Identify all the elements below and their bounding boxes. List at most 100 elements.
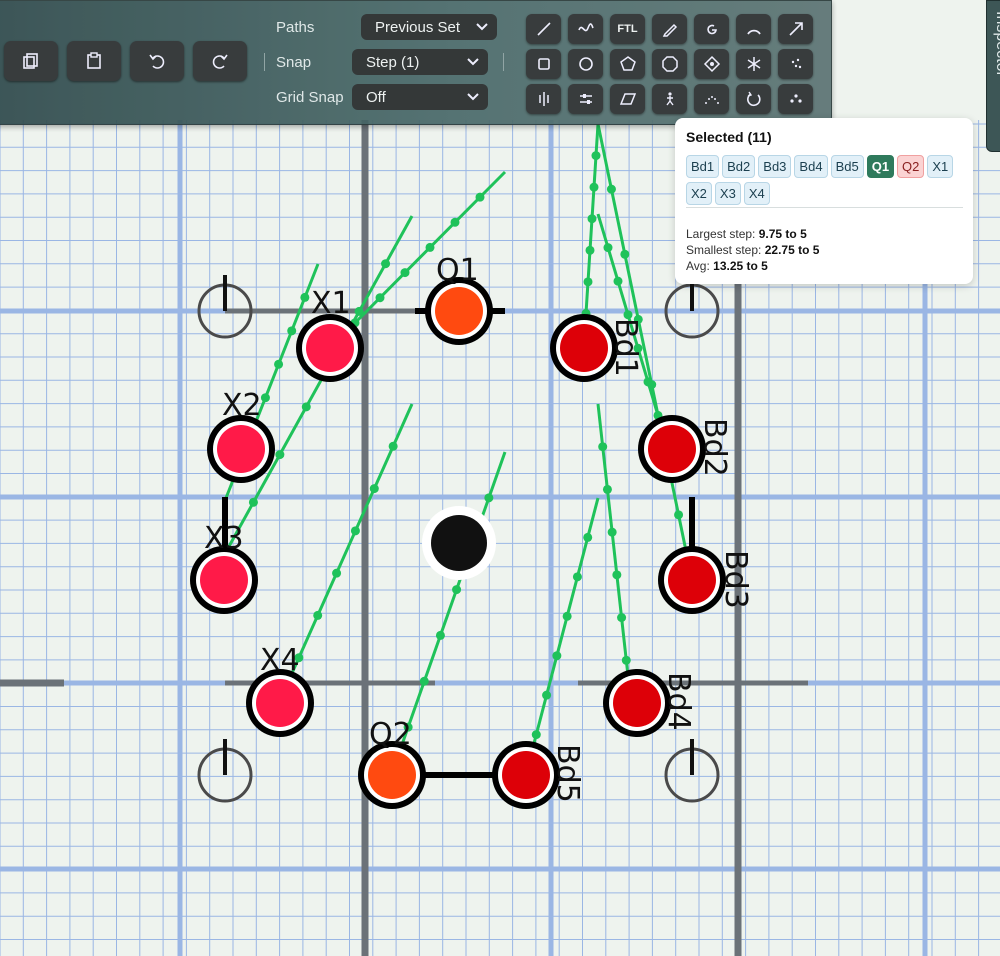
paths-label: Paths: [276, 19, 315, 36]
diamond-tool-button[interactable]: [694, 49, 729, 79]
player-label: Bd1: [608, 318, 643, 377]
chip-x2[interactable]: X2: [686, 182, 712, 205]
undo-icon: [149, 54, 165, 69]
snap-select-value: Step (1): [366, 53, 420, 71]
player-label: X2: [222, 388, 262, 423]
pentagon-icon: [619, 56, 636, 71]
player-label: Bd3: [718, 550, 753, 609]
player-label: X4: [260, 643, 300, 678]
person-tool-button[interactable]: [652, 84, 687, 114]
asterisk-tool-button[interactable]: [736, 49, 771, 79]
arrow-tool-button[interactable]: [778, 14, 813, 44]
player-label: Bd4: [661, 672, 696, 731]
divider: [264, 53, 265, 71]
player-label: X1: [311, 286, 351, 321]
smallest-step: Smallest step: 22.75 to 5: [686, 243, 819, 257]
player-label: Bd5: [550, 744, 585, 803]
arc-icon: [746, 29, 761, 35]
chip-bd1[interactable]: Bd1: [686, 155, 720, 178]
dotted-arc-icon: [704, 96, 719, 104]
parallelogram-tool-button[interactable]: [610, 84, 645, 114]
mirror-tool-button[interactable]: [526, 84, 561, 114]
largest-step-label: Largest step:: [686, 227, 756, 241]
center-marker-dot: [431, 515, 487, 571]
square-icon: [537, 58, 550, 70]
chevron-down-icon: [476, 23, 488, 31]
selection-chips: Bd1 Bd2 Bd3 Bd4 Bd5 Q1 Q2 X1 X2 X3 X4: [686, 155, 966, 205]
chip-bd4[interactable]: Bd4: [794, 155, 828, 178]
chip-x3[interactable]: X3: [714, 182, 741, 205]
align-tool-button[interactable]: [568, 84, 603, 114]
panel-divider: [686, 207, 963, 208]
rotate-icon: [746, 91, 761, 107]
rotate-tool-button[interactable]: [736, 84, 771, 114]
player-bd2[interactable]: Bd2: [638, 415, 732, 483]
scatter-icon: [791, 58, 801, 69]
pentagon-tool-button[interactable]: [610, 49, 645, 79]
chip-bd3[interactable]: Bd3: [758, 155, 792, 178]
chevron-down-icon: [467, 58, 479, 66]
chip-x4[interactable]: X4: [743, 182, 770, 205]
grid-snap-label: Grid Snap: [276, 89, 344, 106]
asterisk-icon: [747, 57, 760, 71]
inspector-tab[interactable]: Inspector: [986, 0, 1000, 152]
player-label: Bd2: [697, 418, 732, 477]
octagon-tool-button[interactable]: [652, 49, 687, 79]
largest-step-value: 9.75 to 5: [758, 227, 807, 241]
chip-x1[interactable]: X1: [927, 155, 954, 178]
chip-q2[interactable]: Q2: [897, 155, 925, 178]
paste-icon: [87, 52, 101, 69]
arrow-icon: [788, 22, 803, 36]
person-icon: [665, 92, 674, 106]
motion-path: [524, 497, 600, 775]
pencil-tool-button[interactable]: [652, 14, 687, 44]
curve-icon: [577, 23, 594, 32]
redo-icon: [212, 54, 228, 69]
scatter-tool-button[interactable]: [778, 49, 813, 79]
player-label: Q1: [436, 253, 479, 288]
square-tool-button[interactable]: [526, 49, 561, 79]
cluster-tool-button[interactable]: [778, 84, 813, 114]
copy-button[interactable]: [4, 41, 58, 81]
parallelogram-icon: [619, 93, 636, 105]
arc-tool-button[interactable]: [736, 14, 771, 44]
player-q1[interactable]: Q1: [425, 253, 493, 345]
ftl-label: FTL: [617, 23, 638, 35]
player-bd4[interactable]: Bd4: [603, 669, 696, 737]
curve-tool-button[interactable]: [568, 14, 603, 44]
player-bd3[interactable]: Bd3: [658, 546, 753, 614]
line-tool-button[interactable]: [526, 14, 561, 44]
dotted-arc-tool-button[interactable]: [694, 84, 729, 114]
player-bd5[interactable]: Bd5: [492, 741, 585, 809]
mirror-icon: [538, 92, 549, 106]
circle-tool-button[interactable]: [568, 49, 603, 79]
copy-icon: [23, 53, 38, 69]
player-bd1[interactable]: Bd1: [550, 314, 643, 382]
chip-q1[interactable]: Q1: [866, 155, 895, 178]
toolbar: Paths Previous Set Snap Step (1) Grid Sn…: [0, 0, 832, 125]
selection-panel: Selected (11) Bd1 Bd2 Bd3 Bd4 Bd5 Q1 Q2 X1 X2 X3 X…: [675, 118, 973, 284]
chip-bd2[interactable]: Bd2: [722, 155, 756, 178]
undo-button[interactable]: [130, 41, 184, 81]
divider: [503, 53, 504, 71]
ftl-tool-tool-button[interactable]: FTL: [610, 14, 645, 44]
paths-select[interactable]: Previous Set: [361, 14, 497, 40]
chip-bd5[interactable]: Bd5: [830, 155, 864, 178]
paths-select-value: Previous Set: [375, 18, 461, 36]
inspector-label: Inspector: [993, 11, 1000, 77]
octagon-icon: [661, 56, 678, 72]
player-label: Q2: [369, 717, 412, 752]
spiral-tool-button[interactable]: [694, 14, 729, 44]
snap-select[interactable]: Step (1): [352, 49, 488, 75]
pencil-icon: [662, 23, 677, 37]
selection-title: Selected (11): [686, 129, 772, 145]
grid-snap-select[interactable]: Off: [352, 84, 488, 110]
paste-button[interactable]: [67, 41, 121, 81]
snap-label: Snap: [276, 54, 312, 71]
circle-icon: [578, 57, 593, 71]
player-x3[interactable]: X3: [190, 521, 258, 614]
spiral-icon: [706, 24, 717, 35]
hash-marker: [664, 739, 720, 803]
redo-button[interactable]: [193, 41, 247, 81]
player-q2[interactable]: Q2: [358, 717, 426, 809]
